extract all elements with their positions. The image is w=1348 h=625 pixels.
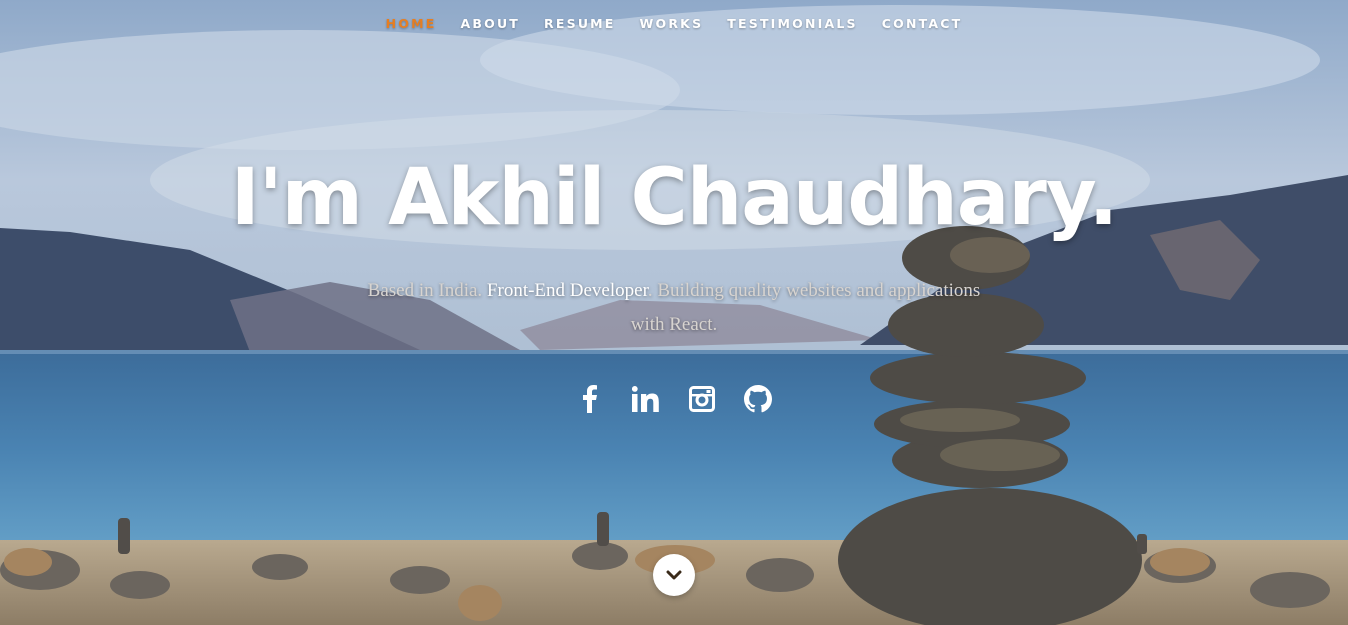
tagline-part-1: Based in India. <box>367 280 487 301</box>
nav-resume[interactable]: RESUME <box>544 16 616 31</box>
nav-testimonials[interactable]: TESTIMONIALS <box>727 16 857 31</box>
linkedin-icon[interactable] <box>629 382 663 416</box>
tagline-highlight: Front-End Developer <box>486 280 648 301</box>
nav-home[interactable]: HOME <box>386 16 437 31</box>
hero-tagline: Based in India. Front-End Developer. Bui… <box>354 274 994 342</box>
nav-contact[interactable]: CONTACT <box>882 16 963 31</box>
tagline-part-2: . Building quality websites and applicat… <box>630 280 981 335</box>
scroll-down-button[interactable] <box>653 554 695 596</box>
main-navigation: HOME ABOUT RESUME WORKS TESTIMONIALS CON… <box>0 0 1348 46</box>
facebook-icon[interactable] <box>573 382 607 416</box>
nav-works[interactable]: WORKS <box>640 16 704 31</box>
social-links <box>0 382 1348 416</box>
instagram-icon[interactable] <box>685 382 719 416</box>
chevron-down-icon <box>666 570 682 580</box>
nav-about[interactable]: ABOUT <box>461 16 521 31</box>
hero-headline: I'm Akhil Chaudhary. <box>230 153 1118 243</box>
hero-section: HOME ABOUT RESUME WORKS TESTIMONIALS CON… <box>0 0 1348 625</box>
github-icon[interactable] <box>741 382 775 416</box>
